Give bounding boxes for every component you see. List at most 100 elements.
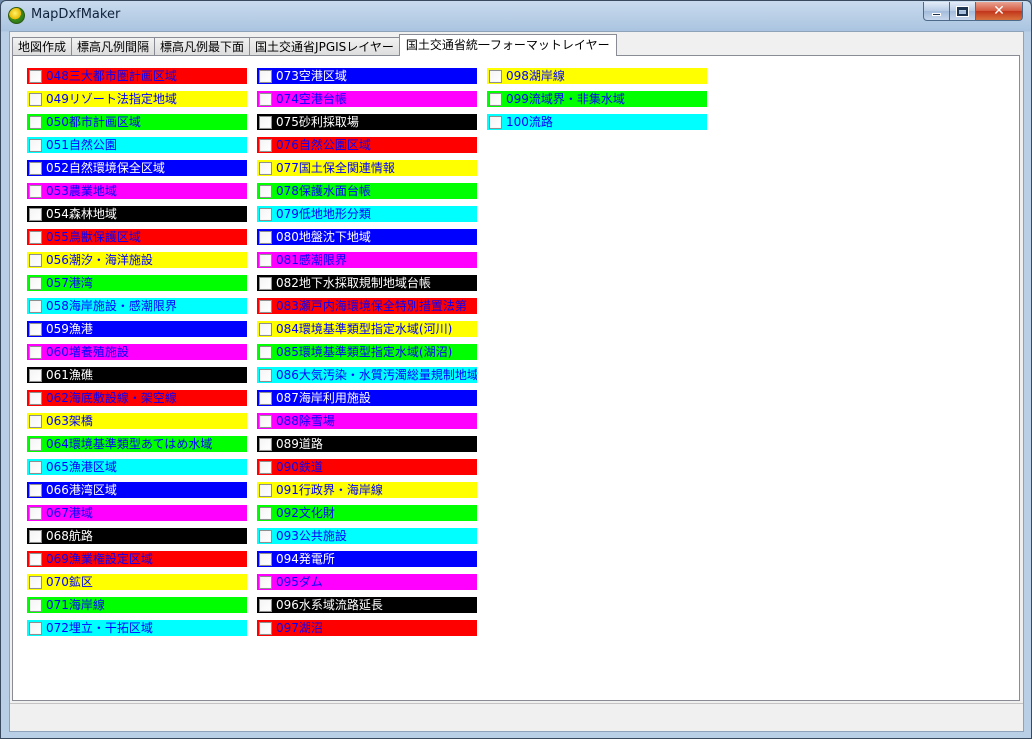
layer-checkbox-item[interactable]: 062海底敷設線・架空線 (27, 390, 247, 406)
layer-checkbox[interactable] (259, 69, 272, 83)
layer-checkbox-item[interactable]: 071海岸線 (27, 597, 247, 613)
layer-checkbox-item[interactable]: 093公共施設 (257, 528, 477, 544)
layer-checkbox-item[interactable]: 057港湾 (27, 275, 247, 291)
layer-checkbox-item[interactable]: 077国土保全関連情報 (257, 160, 477, 176)
layer-checkbox[interactable] (29, 138, 42, 152)
layer-checkbox[interactable] (29, 414, 42, 428)
layer-checkbox[interactable] (29, 69, 42, 83)
layer-checkbox-item[interactable]: 079低地地形分類 (257, 206, 477, 222)
layer-checkbox[interactable] (259, 253, 272, 267)
tab-jpgis-layers[interactable]: 国土交通省JPGISレイヤー (249, 37, 400, 56)
layer-checkbox-item[interactable]: 058海岸施設・感潮限界 (27, 298, 247, 314)
layer-checkbox[interactable] (259, 161, 272, 175)
layer-checkbox-item[interactable]: 068航路 (27, 528, 247, 544)
layer-checkbox-item[interactable]: 099流域界・非集水域 (487, 91, 707, 107)
layer-checkbox[interactable] (29, 483, 42, 497)
layer-checkbox-item[interactable]: 100流路 (487, 114, 707, 130)
layer-checkbox[interactable] (29, 207, 42, 221)
layer-checkbox-item[interactable]: 084環境基準類型指定水域(河川) (257, 321, 477, 337)
layer-checkbox-item[interactable]: 078保護水面台帳 (257, 183, 477, 199)
layer-checkbox[interactable] (259, 529, 272, 543)
layer-checkbox-item[interactable]: 056潮汐・海洋施設 (27, 252, 247, 268)
layer-checkbox[interactable] (489, 69, 502, 83)
tab-elevation-interval[interactable]: 標高凡例間隔 (71, 37, 156, 56)
layer-checkbox[interactable] (259, 368, 272, 382)
layer-checkbox-item[interactable]: 049リゾート法指定地域 (27, 91, 247, 107)
layer-checkbox-item[interactable]: 092文化財 (257, 505, 477, 521)
layer-checkbox[interactable] (259, 138, 272, 152)
layer-checkbox-item[interactable]: 059漁港 (27, 321, 247, 337)
layer-checkbox-item[interactable]: 050都市計画区域 (27, 114, 247, 130)
layer-checkbox[interactable] (259, 552, 272, 566)
close-button[interactable]: ✕ (975, 2, 1023, 21)
layer-checkbox[interactable] (259, 575, 272, 589)
layer-checkbox[interactable] (259, 322, 272, 336)
layer-checkbox-item[interactable]: 097湖沼 (257, 620, 477, 636)
layer-checkbox[interactable] (29, 368, 42, 382)
layer-checkbox[interactable] (259, 115, 272, 129)
layer-checkbox-item[interactable]: 086大気汚染・水質汚濁総量規制地域 (257, 367, 477, 383)
layer-checkbox[interactable] (29, 276, 42, 290)
layer-checkbox[interactable] (489, 92, 502, 106)
layer-checkbox-item[interactable]: 089道路 (257, 436, 477, 452)
layer-checkbox[interactable] (259, 230, 272, 244)
layer-checkbox[interactable] (259, 299, 272, 313)
layer-checkbox-item[interactable]: 081感潮限界 (257, 252, 477, 268)
layer-checkbox[interactable] (259, 207, 272, 221)
layer-checkbox-item[interactable]: 096水系域流路延長 (257, 597, 477, 613)
layer-checkbox[interactable] (29, 299, 42, 313)
layer-checkbox[interactable] (29, 345, 42, 359)
layer-checkbox[interactable] (29, 460, 42, 474)
layer-checkbox-item[interactable]: 091行政界・海岸線 (257, 482, 477, 498)
layer-checkbox[interactable] (29, 322, 42, 336)
layer-checkbox[interactable] (29, 621, 42, 635)
layer-checkbox-item[interactable]: 066港湾区域 (27, 482, 247, 498)
layer-checkbox-item[interactable]: 083瀬戸内海環境保全特別措置法第 (257, 298, 477, 314)
layer-checkbox[interactable] (259, 483, 272, 497)
layer-checkbox[interactable] (29, 506, 42, 520)
layer-checkbox[interactable] (29, 92, 42, 106)
layer-checkbox-item[interactable]: 076自然公園区域 (257, 137, 477, 153)
layer-checkbox[interactable] (259, 414, 272, 428)
tab-elevation-bottom[interactable]: 標高凡例最下面 (154, 37, 251, 56)
layer-checkbox[interactable] (259, 437, 272, 451)
layer-checkbox[interactable] (29, 552, 42, 566)
minimize-button[interactable] (923, 2, 950, 21)
layer-checkbox-item[interactable]: 098湖岸線 (487, 68, 707, 84)
layer-checkbox[interactable] (29, 184, 42, 198)
layer-checkbox-item[interactable]: 052自然環境保全区域 (27, 160, 247, 176)
layer-checkbox-item[interactable]: 069漁業権設定区域 (27, 551, 247, 567)
layer-checkbox-item[interactable]: 072埋立・干拓区域 (27, 620, 247, 636)
layer-checkbox[interactable] (489, 115, 502, 129)
layer-checkbox[interactable] (29, 575, 42, 589)
layer-checkbox-item[interactable]: 094発電所 (257, 551, 477, 567)
layer-checkbox[interactable] (259, 345, 272, 359)
layer-checkbox[interactable] (29, 253, 42, 267)
layer-checkbox-item[interactable]: 054森林地域 (27, 206, 247, 222)
layer-checkbox-item[interactable]: 048三大都市圏計画区域 (27, 68, 247, 84)
layer-checkbox[interactable] (259, 184, 272, 198)
layer-checkbox-item[interactable]: 070鉱区 (27, 574, 247, 590)
layer-checkbox[interactable] (259, 598, 272, 612)
layer-checkbox-item[interactable]: 073空港区域 (257, 68, 477, 84)
layer-checkbox[interactable] (259, 391, 272, 405)
title-bar[interactable]: MapDxfMaker ✕ (1, 1, 1031, 30)
layer-checkbox-item[interactable]: 075砂利採取場 (257, 114, 477, 130)
layer-checkbox[interactable] (259, 621, 272, 635)
layer-checkbox[interactable] (29, 598, 42, 612)
layer-checkbox-item[interactable]: 080地盤沈下地域 (257, 229, 477, 245)
layer-checkbox[interactable] (29, 437, 42, 451)
layer-checkbox-item[interactable]: 064環境基準類型あてはめ水域 (27, 436, 247, 452)
layer-checkbox-item[interactable]: 082地下水採取規制地域台帳 (257, 275, 477, 291)
layer-checkbox-item[interactable]: 053農業地域 (27, 183, 247, 199)
layer-checkbox[interactable] (259, 460, 272, 474)
layer-checkbox-item[interactable]: 095ダム (257, 574, 477, 590)
tab-map-create[interactable]: 地図作成 (12, 37, 73, 56)
layer-checkbox-item[interactable]: 051自然公園 (27, 137, 247, 153)
layer-checkbox[interactable] (29, 391, 42, 405)
maximize-button[interactable] (949, 2, 976, 21)
layer-checkbox-item[interactable]: 060増養殖施設 (27, 344, 247, 360)
layer-checkbox-item[interactable]: 074空港台帳 (257, 91, 477, 107)
tab-unified-format-layers[interactable]: 国土交通省統一フォーマットレイヤー (398, 34, 617, 56)
layer-checkbox[interactable] (259, 506, 272, 520)
